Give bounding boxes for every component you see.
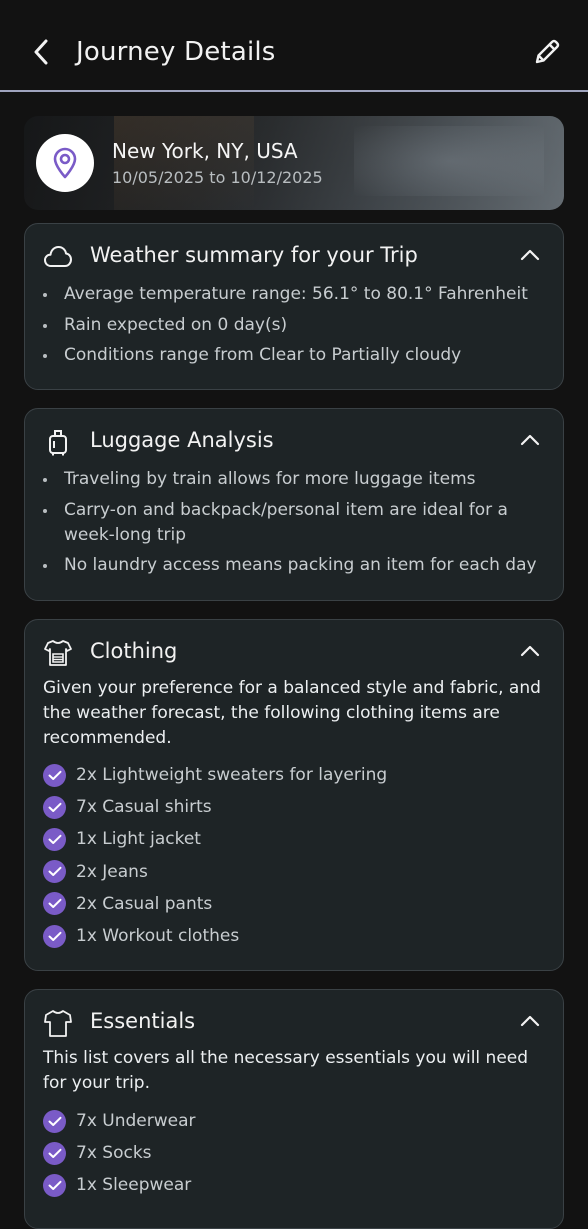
luggage-card-title: Luggage Analysis	[90, 428, 274, 452]
banner-map-image	[354, 126, 544, 196]
list-item: 2x Jeans	[43, 856, 543, 888]
checkmark-icon	[43, 795, 66, 819]
weather-list: Average temperature range: 56.1° to 80.1…	[43, 282, 543, 374]
bullet-dot	[43, 478, 47, 482]
list-item: 7x Underwear	[43, 1105, 543, 1137]
checkmark-icon	[43, 892, 66, 916]
suitcase-icon	[49, 430, 67, 456]
essentials-card-title: Essentials	[90, 1009, 196, 1033]
pencil-icon	[535, 39, 560, 64]
checkmark-icon	[43, 1141, 66, 1165]
edit-button[interactable]	[530, 34, 564, 70]
map-pin-icon	[53, 147, 77, 179]
list-item: 7x Casual shirts	[43, 791, 543, 823]
list-item: 1x Sleepwear	[43, 1169, 543, 1201]
page-title: Journey Details	[76, 37, 276, 67]
luggage-item-text: Carry-on and backpack/personal item are …	[64, 499, 508, 545]
clothing-item-text: 1x Workout clothes	[76, 926, 240, 947]
clothing-item-text: 2x Lightweight sweaters for layering	[76, 765, 388, 786]
bullet-dot	[43, 293, 47, 297]
shirt-icon	[44, 1010, 72, 1037]
list-item: Rain expected on 0 day(s)	[43, 313, 543, 338]
chevron-left-icon	[34, 39, 48, 65]
essentials-item-text: 7x Socks	[76, 1143, 152, 1164]
app-header: Journey Details	[0, 0, 588, 92]
list-item: 2x Lightweight sweaters for layering	[43, 759, 543, 791]
luggage-item-text: No laundry access means packing an item …	[64, 555, 537, 575]
clothing-icon	[44, 640, 72, 666]
weather-item-text: Rain expected on 0 day(s)	[64, 314, 288, 335]
clothing-description: Given your preference for a balanced sty…	[43, 678, 541, 748]
location-pin-badge	[36, 134, 94, 192]
collapse-essentials-button[interactable]	[517, 1008, 543, 1034]
clothing-checklist: 2x Lightweight sweaters for layering 7x …	[43, 759, 543, 952]
weather-card-title: Weather summary for your Trip	[90, 243, 418, 267]
chevron-up-icon	[520, 645, 540, 657]
list-item: Traveling by train allows for more lugga…	[43, 467, 543, 492]
essentials-description: This list covers all the necessary essen…	[43, 1048, 529, 1093]
essentials-checklist: 7x Underwear 7x Socks 1x Sleepwear	[43, 1105, 543, 1202]
list-item: 2x Casual pants	[43, 888, 543, 920]
collapse-luggage-button[interactable]	[517, 427, 543, 453]
clothing-card-title: Clothing	[90, 639, 178, 663]
checkmark-icon	[43, 827, 66, 851]
essentials-item-text: 1x Sleepwear	[76, 1175, 192, 1196]
list-item: Average temperature range: 56.1° to 80.1…	[43, 282, 543, 307]
clothing-item-text: 2x Jeans	[76, 861, 148, 882]
back-button[interactable]	[26, 34, 56, 70]
weather-item-text: Average temperature range: 56.1° to 80.1…	[64, 284, 528, 304]
bullet-dot	[43, 508, 47, 513]
cloud-icon	[44, 246, 72, 267]
luggage-list: Traveling by train allows for more lugga…	[43, 467, 543, 584]
trip-dates: 10/05/2025 to 10/12/2025	[112, 168, 323, 187]
checkmark-icon	[43, 1109, 66, 1133]
checkmark-icon	[43, 763, 66, 787]
list-item: 1x Light jacket	[43, 823, 543, 855]
list-item: 1x Workout clothes	[43, 920, 543, 952]
weather-item-text: Conditions range from Clear to Partially…	[64, 345, 462, 365]
collapse-clothing-button[interactable]	[517, 638, 543, 664]
chevron-up-icon	[520, 434, 540, 446]
clothing-item-text: 1x Light jacket	[76, 829, 201, 850]
destination-name: New York, NY, USA	[112, 139, 298, 163]
list-item: No laundry access means packing an item …	[43, 553, 543, 578]
bullet-dot	[43, 354, 47, 358]
list-item: Conditions range from Clear to Partially…	[43, 343, 543, 368]
clothing-item-text: 7x Casual shirts	[76, 797, 212, 818]
destination-banner: New York, NY, USA 10/05/2025 to 10/12/20…	[24, 116, 564, 210]
checkmark-icon	[43, 860, 66, 884]
checkmark-icon	[43, 924, 66, 948]
luggage-item-text: Traveling by train allows for more lugga…	[64, 469, 476, 489]
essentials-card: Essentials This list covers all the nece…	[24, 989, 564, 1229]
weather-summary-card: Weather summary for your Trip Average te…	[24, 223, 564, 390]
collapse-weather-button[interactable]	[517, 242, 543, 268]
list-item: 7x Socks	[43, 1137, 543, 1169]
clothing-item-text: 2x Casual pants	[76, 893, 213, 914]
luggage-analysis-card: Luggage Analysis Traveling by train allo…	[24, 408, 564, 601]
essentials-item-text: 7x Underwear	[76, 1111, 196, 1132]
clothing-card: Clothing Given your preference for a bal…	[24, 619, 564, 971]
chevron-up-icon	[520, 249, 540, 261]
list-item: Carry-on and backpack/personal item are …	[43, 498, 543, 548]
chevron-up-icon	[520, 1015, 540, 1027]
bullet-dot	[43, 564, 47, 568]
checkmark-icon	[43, 1173, 66, 1197]
bullet-dot	[43, 323, 47, 328]
